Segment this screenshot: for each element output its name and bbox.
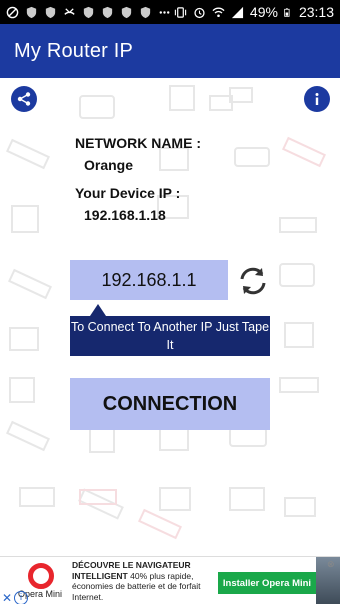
wifi-icon	[212, 7, 225, 17]
device-ip-value: 192.168.1.18	[84, 207, 166, 223]
info-icon	[315, 93, 319, 105]
ad-text: DÉCOUVRE LE NAVIGATEUR INTELLIGENT 40% p…	[72, 560, 212, 602]
router-ip-field[interactable]: 192.168.1.1	[70, 260, 228, 300]
system-status: 49% 23:13	[174, 4, 334, 20]
ellipsis-icon	[159, 10, 170, 14]
shield-icon	[121, 6, 132, 18]
share-icon	[17, 92, 31, 106]
network-name-label: NETWORK NAME :	[75, 135, 201, 151]
shield-icon	[45, 6, 56, 18]
device-ip-label: Your Device IP :	[75, 185, 181, 201]
share-button[interactable]	[11, 86, 37, 112]
connection-button[interactable]: CONNECTION	[70, 378, 270, 430]
main-content: NETWORK NAME : Orange Your Device IP : 1…	[0, 78, 340, 556]
opera-logo	[28, 563, 54, 589]
missed-call-icon	[64, 7, 75, 15]
ad-banner[interactable]: Opera Mini DÉCOUVRE LE NAVIGATEUR INTELL…	[0, 556, 340, 604]
clock: 23:13	[298, 4, 334, 20]
ad-dismiss-icon[interactable]: ⊗	[327, 559, 335, 570]
info-button[interactable]	[304, 86, 330, 112]
signal-icon	[231, 6, 243, 18]
alarm-icon	[194, 7, 205, 18]
shield-icon	[26, 6, 37, 18]
app-title: My Router IP	[14, 39, 134, 62]
no-signal-icon	[6, 6, 19, 18]
refresh-icon[interactable]	[236, 264, 270, 298]
shield-icon	[83, 6, 94, 18]
close-icon[interactable]: ✕	[0, 591, 14, 604]
notification-icons	[6, 6, 171, 19]
ad-install-button[interactable]: Installer Opera Mini	[218, 572, 316, 594]
network-name-value: Orange	[84, 157, 134, 173]
shield-icon	[102, 6, 113, 18]
status-bar: 49% 23:13	[0, 0, 340, 24]
tooltip-pointer	[90, 304, 106, 316]
battery-level: 49%	[249, 4, 278, 20]
shield-icon	[140, 6, 151, 18]
app-bar: My Router IP	[0, 24, 340, 78]
vibrate-icon	[174, 6, 187, 18]
connect-hint-tooltip: To Connect To Another IP Just Tape It	[70, 316, 270, 356]
ad-info-icon[interactable]: i	[14, 591, 28, 604]
battery-icon	[284, 7, 290, 17]
